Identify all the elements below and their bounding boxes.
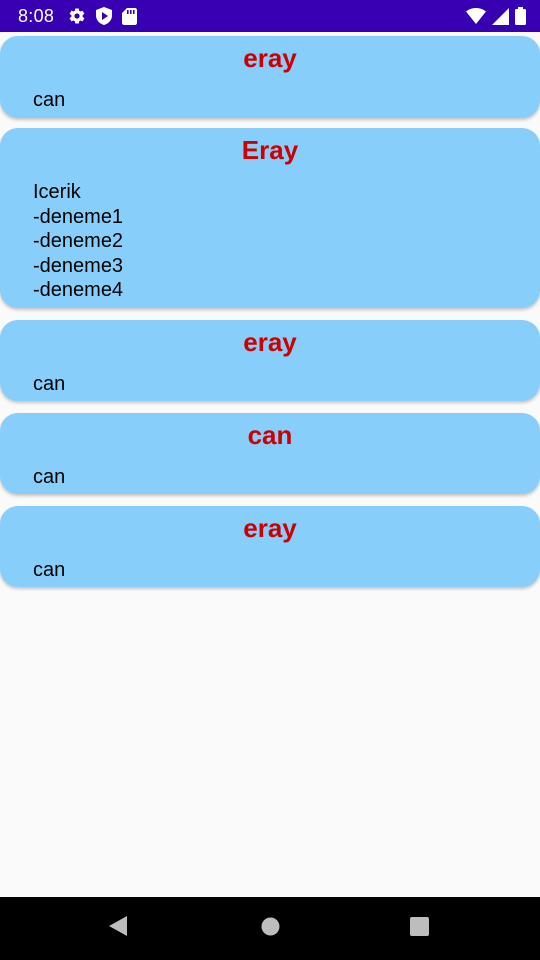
status-right-icons bbox=[466, 7, 526, 25]
home-icon bbox=[261, 917, 280, 941]
status-bar: 8:08 bbox=[0, 0, 540, 32]
battery-icon bbox=[515, 7, 526, 25]
navigation-bar bbox=[0, 897, 540, 960]
home-button[interactable] bbox=[240, 897, 300, 960]
settings-icon bbox=[68, 7, 86, 25]
card[interactable]: eray can bbox=[0, 506, 540, 587]
card-title: eray bbox=[243, 513, 297, 543]
recents-button[interactable] bbox=[389, 897, 449, 960]
card-body: Icerik -deneme1 -deneme2 -deneme3 -denem… bbox=[33, 181, 124, 301]
card[interactable]: can can bbox=[0, 413, 540, 494]
card-body: can bbox=[33, 559, 66, 581]
recents-icon bbox=[409, 916, 429, 941]
shield-icon bbox=[96, 7, 113, 25]
card-title: eray bbox=[243, 327, 297, 357]
card[interactable]: Eray Icerik -deneme1 -deneme2 -deneme3 -… bbox=[0, 128, 540, 308]
card-title: eray bbox=[243, 43, 297, 73]
status-left-icons bbox=[68, 7, 138, 25]
card-list: eray can Eray Icerik -deneme1 -deneme2 -… bbox=[0, 32, 540, 897]
card-body: can bbox=[33, 466, 66, 488]
card[interactable]: eray can bbox=[0, 320, 540, 401]
wifi-icon bbox=[466, 8, 486, 24]
back-icon bbox=[109, 916, 129, 941]
card-body: can bbox=[33, 373, 66, 395]
sd-card-icon bbox=[122, 7, 138, 25]
signal-icon bbox=[492, 7, 509, 25]
card-body: can bbox=[33, 89, 66, 111]
back-button[interactable] bbox=[89, 897, 149, 960]
card-title: Eray bbox=[241, 135, 299, 165]
card[interactable]: eray can bbox=[0, 36, 540, 118]
status-time: 8:08 bbox=[18, 5, 55, 26]
card-title: can bbox=[247, 420, 293, 450]
